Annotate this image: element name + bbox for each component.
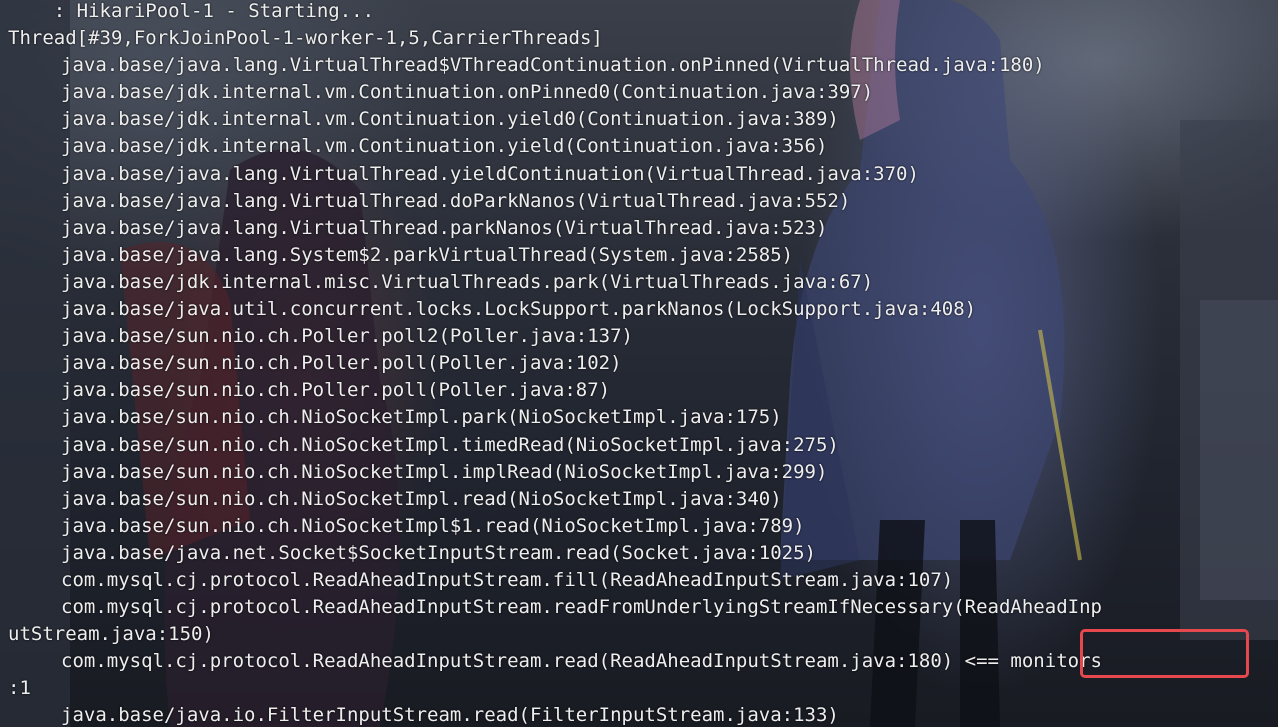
terminal-line: java.base/java.lang.VirtualThread.parkNa… bbox=[61, 216, 828, 239]
terminal-line: java.base/java.lang.VirtualThread.yieldC… bbox=[61, 162, 919, 185]
terminal-line: java.base/sun.nio.ch.Poller.poll(Poller.… bbox=[61, 352, 622, 375]
terminal-line: java.base/java.util.concurrent.locks.Loc… bbox=[61, 298, 977, 321]
terminal-line: :1 bbox=[8, 677, 31, 700]
terminal-line: java.base/java.io.FilterInputStream.read… bbox=[61, 704, 839, 727]
terminal-line: java.base/java.lang.VirtualThread$VThrea… bbox=[61, 54, 1045, 77]
terminal-line: java.base/java.lang.VirtualThread.doPark… bbox=[61, 189, 851, 212]
terminal-line: com.mysql.cj.protocol.ReadAheadInputStre… bbox=[61, 568, 954, 591]
terminal-line: java.base/sun.nio.ch.NioSocketImpl.implR… bbox=[61, 460, 828, 483]
terminal-line: java.base/sun.nio.ch.Poller.poll2(Poller… bbox=[61, 325, 633, 348]
terminal-line: java.base/java.lang.System$2.parkVirtual… bbox=[61, 243, 794, 266]
terminal-line: java.base/java.net.Socket$SocketInputStr… bbox=[61, 541, 816, 564]
terminal-line: java.base/sun.nio.ch.NioSocketImpl.park(… bbox=[61, 406, 782, 429]
terminal-line: java.base/sun.nio.ch.NioSocketImpl.read(… bbox=[61, 487, 782, 510]
terminal-line: java.base/jdk.internal.vm.Continuation.y… bbox=[61, 135, 828, 158]
terminal-line: java.base/jdk.internal.misc.VirtualThrea… bbox=[61, 270, 874, 293]
terminal-line: com.mysql.cj.protocol.ReadAheadInputStre… bbox=[61, 596, 1102, 619]
terminal-line: Thread[#39,ForkJoinPool-1-worker-1,5,Car… bbox=[8, 27, 603, 50]
terminal-output[interactable]: : HikariPool-1 - Starting... Thread[#39,F… bbox=[8, 0, 1278, 727]
monitors-annotation-box bbox=[1080, 629, 1249, 678]
terminal-line: java.base/sun.nio.ch.Poller.poll(Poller.… bbox=[61, 379, 611, 402]
terminal-window[interactable]: : HikariPool-1 - Starting... Thread[#39,F… bbox=[0, 0, 1278, 727]
terminal-line: : HikariPool-1 - Starting... bbox=[8, 0, 375, 22]
terminal-line: java.base/jdk.internal.vm.Continuation.o… bbox=[61, 81, 874, 104]
terminal-line: java.base/jdk.internal.vm.Continuation.y… bbox=[61, 108, 839, 131]
terminal-line: java.base/sun.nio.ch.NioSocketImpl$1.rea… bbox=[61, 514, 805, 537]
terminal-line: java.base/sun.nio.ch.NioSocketImpl.timed… bbox=[61, 433, 839, 456]
